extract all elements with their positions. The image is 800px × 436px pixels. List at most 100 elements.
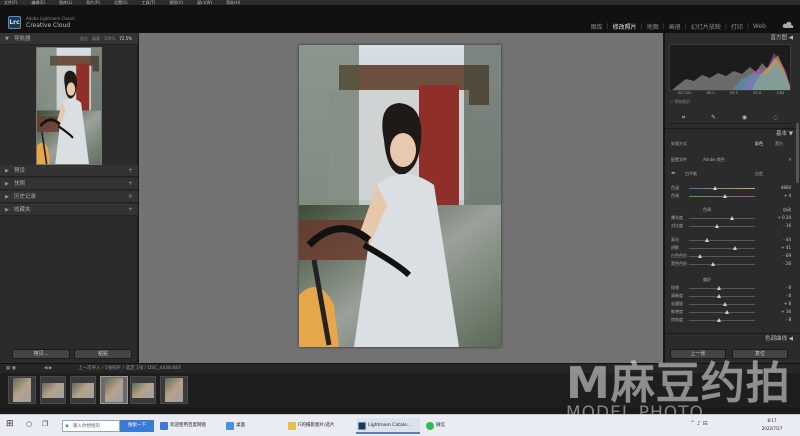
slider-value[interactable]: + 16: [781, 309, 791, 314]
section-presets[interactable]: ▶ 预设 +: [0, 165, 138, 177]
slider-value[interactable]: - 8: [786, 317, 791, 322]
red-eye-icon[interactable]: ◉: [742, 114, 747, 121]
taskbar-app-wechat[interactable]: 微信: [424, 418, 464, 434]
filmstrip-thumb[interactable]: [160, 376, 188, 404]
module-tab-0[interactable]: 图库: [587, 22, 607, 31]
cloud-icon[interactable]: [782, 21, 794, 29]
zoom-100[interactable]: 100%: [104, 33, 115, 45]
slider-row[interactable]: 鲜艳度 + 16: [669, 309, 791, 316]
module-tab-1[interactable]: 修改照片: [609, 22, 641, 31]
tint-slider-row[interactable]: 色调 + 4: [669, 193, 791, 200]
slider-row[interactable]: 饱和度 - 8: [669, 317, 791, 324]
slider-knob[interactable]: [722, 302, 727, 306]
search-icon[interactable]: ○: [26, 420, 32, 428]
masking-icon[interactable]: ◌: [773, 114, 778, 121]
slider-value[interactable]: + 8: [784, 301, 791, 306]
navigator-header[interactable]: ▼ 导航器 适合 填满 100% 72.5%: [0, 33, 138, 45]
slider-track[interactable]: [689, 294, 755, 298]
slider-knob[interactable]: [717, 318, 722, 322]
temp-slider-track[interactable]: [689, 186, 755, 190]
temp-slider-row[interactable]: 色温 4800: [669, 185, 791, 192]
histogram[interactable]: [669, 44, 791, 91]
slider-track[interactable]: [689, 302, 755, 306]
slider-track[interactable]: [689, 254, 755, 258]
taskbar-app-baidu-netdisk[interactable]: 欢迎使用百度网盘: [158, 418, 220, 434]
section-snapshots[interactable]: ▶ 快照 +: [0, 178, 138, 190]
slider-row[interactable]: 曝光度 + 0.34: [669, 215, 791, 222]
section-collections[interactable]: ▶ 收藏夹 +: [0, 204, 138, 216]
reset-button[interactable]: 复位: [732, 349, 788, 359]
nav-arrows-icon[interactable]: ◀ ▶: [44, 364, 52, 373]
slider-value[interactable]: - 44: [783, 237, 791, 242]
tint-value[interactable]: + 4: [784, 193, 791, 198]
slider-knob[interactable]: [717, 294, 722, 298]
filmstrip-path[interactable]: 上一次导入 / 5张照片 / 选定 1张 / DSC_4438.NEF: [78, 364, 181, 373]
profile-row[interactable]: 配置文件 Adobe 颜色 ⁞⁞: [669, 157, 791, 164]
slider-track[interactable]: [689, 238, 755, 242]
slider-value[interactable]: - 8: [786, 293, 791, 298]
tint-slider-track[interactable]: [689, 194, 755, 198]
tone-curve-header[interactable]: 色调曲线 ◀: [665, 333, 800, 343]
windows-start-icon[interactable]: ⊞: [6, 419, 14, 429]
slider-knob[interactable]: [705, 238, 710, 242]
add-snapshot-icon[interactable]: +: [128, 178, 133, 190]
slider-knob[interactable]: [717, 286, 722, 290]
module-tab-5[interactable]: 打印: [727, 22, 747, 31]
slider-row[interactable]: 对比度 - 16: [669, 223, 791, 230]
taskbar-clock[interactable]: 8:17 2022/7/27: [752, 417, 792, 433]
navigator-preview[interactable]: [36, 47, 102, 165]
module-tab-4[interactable]: 幻灯片放映: [687, 22, 725, 31]
paste-button[interactable]: 粘贴: [74, 349, 132, 359]
filmstrip-thumb[interactable]: [130, 376, 156, 404]
histogram-header[interactable]: 直方图 ◀: [665, 33, 800, 43]
spot-removal-icon[interactable]: ✎: [711, 114, 716, 121]
clear-history-icon[interactable]: ×: [128, 191, 133, 203]
module-tab-2[interactable]: 地图: [643, 22, 663, 31]
slider-track[interactable]: [689, 318, 755, 322]
grid-view-icon[interactable]: ▦ ▣: [6, 364, 16, 373]
slider-track[interactable]: [689, 216, 755, 220]
slider-knob[interactable]: [729, 216, 734, 220]
slider-knob[interactable]: [725, 310, 730, 314]
treatment-bw-option[interactable]: 黑白: [775, 141, 783, 147]
previous-button[interactable]: 上一张: [670, 349, 726, 359]
eyedropper-icon[interactable]: ✒: [671, 170, 676, 177]
taskbar-app-folder[interactable]: Fi的摄影图片/选片: [286, 418, 352, 434]
add-collection-icon[interactable]: +: [128, 204, 133, 216]
taskbar-app-desktop[interactable]: 桌面: [224, 418, 280, 434]
slider-row[interactable]: 清晰度 - 8: [669, 293, 791, 300]
slider-track[interactable]: [689, 224, 755, 228]
slider-value[interactable]: + 41: [781, 245, 791, 250]
temp-value[interactable]: 4800: [781, 185, 791, 190]
tint-slider-knob[interactable]: [723, 194, 727, 198]
slider-knob[interactable]: [714, 224, 719, 228]
slider-track[interactable]: [689, 310, 755, 314]
treatment-color-option[interactable]: 彩色: [755, 141, 763, 147]
add-preset-icon[interactable]: +: [128, 165, 133, 177]
filmstrip-thumb[interactable]: [70, 376, 96, 404]
slider-value[interactable]: - 16: [783, 223, 791, 228]
taskbar-app-lightroom[interactable]: Lightroom Catalo...: [356, 418, 420, 434]
white-balance-row[interactable]: ✒ 白平衡 自定: [669, 170, 791, 178]
slider-knob[interactable]: [733, 246, 738, 250]
slider-row[interactable]: 白色色阶 - 69: [669, 253, 791, 260]
slider-knob[interactable]: [711, 262, 716, 266]
zoom-value[interactable]: 72.5%: [119, 33, 132, 45]
slider-value[interactable]: + 0.34: [777, 215, 791, 220]
filmstrip-thumb-selected[interactable]: [100, 376, 128, 404]
slider-row[interactable]: 高光 - 44: [669, 237, 791, 244]
section-history[interactable]: ▶ 历史记录 ×: [0, 191, 138, 203]
profile-browser-icon[interactable]: ⁞⁞: [788, 157, 791, 162]
slider-knob[interactable]: [697, 254, 702, 258]
basic-header[interactable]: 基本 ▼: [665, 128, 800, 138]
profile-value[interactable]: Adobe 颜色: [703, 157, 725, 163]
navigator-zoom-options[interactable]: 适合 填满 100% 72.5%: [80, 33, 132, 45]
zoom-fit[interactable]: 适合: [80, 33, 88, 45]
filmstrip-thumb[interactable]: [40, 376, 66, 404]
slider-track[interactable]: [689, 286, 755, 290]
right-panel-scrollbar[interactable]: [796, 123, 799, 183]
slider-track[interactable]: [689, 262, 755, 266]
slider-track[interactable]: [689, 246, 755, 250]
slider-row[interactable]: 阴影 + 41: [669, 245, 791, 252]
temp-slider-knob[interactable]: [713, 186, 717, 190]
